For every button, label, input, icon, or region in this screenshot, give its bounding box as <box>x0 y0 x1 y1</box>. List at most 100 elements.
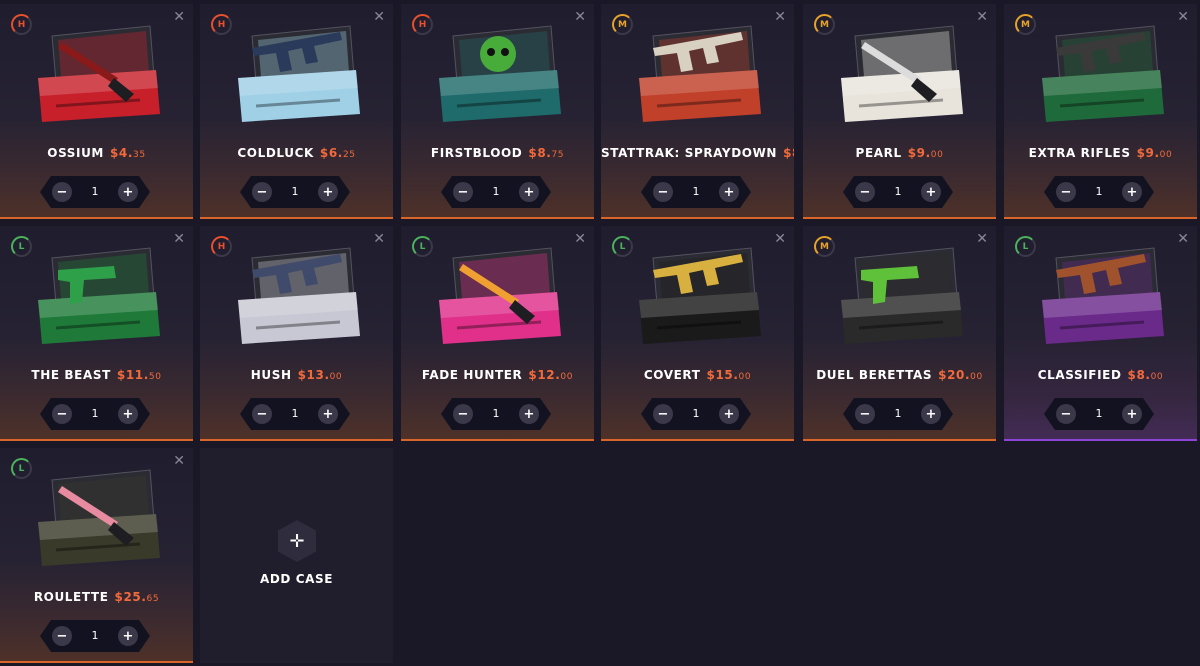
close-icon[interactable]: ✕ <box>976 232 988 246</box>
case-card[interactable]: L ✕ FADE HUNTER $12.00−1 + <box>401 226 594 441</box>
case-image <box>238 247 360 344</box>
case-title: COVERT $15.00 <box>601 368 794 382</box>
price-cents: 00 <box>970 372 983 382</box>
case-price: $8.50 <box>783 146 794 160</box>
decrease-button[interactable]: − <box>1056 182 1076 202</box>
price-cents: 75 <box>551 150 565 160</box>
case-card[interactable]: M ✕ EXTRA RIFLES $9.00−1 + <box>1004 4 1197 219</box>
close-icon[interactable]: ✕ <box>1177 10 1189 24</box>
close-icon[interactable]: ✕ <box>173 232 185 246</box>
add-case-icon: ✛ <box>278 520 316 562</box>
increase-button[interactable]: + <box>519 182 539 202</box>
quantity-value: 1 <box>91 185 99 198</box>
quantity-value: 1 <box>894 407 902 420</box>
case-card[interactable]: L ✕ THE BEAST $11.50−1 + <box>0 226 193 441</box>
case-image <box>1042 25 1164 122</box>
quantity-value: 1 <box>1095 185 1103 198</box>
increase-button[interactable]: + <box>118 626 138 646</box>
case-card[interactable]: M✕STATTRAK: SPRAYDOWN$8.50−1+ <box>601 4 794 219</box>
price-main: $8. <box>528 146 552 160</box>
close-icon[interactable]: ✕ <box>373 10 385 24</box>
case-image <box>439 247 561 344</box>
case-price: $12.00 <box>528 368 573 382</box>
increase-button[interactable]: + <box>519 404 539 424</box>
case-card[interactable]: H ✕ COLDLUCK $6.25−1 + <box>200 4 393 219</box>
price-cents: 00 <box>738 372 752 382</box>
quantity-value: 1 <box>692 407 700 420</box>
quantity-value: 1 <box>291 185 299 198</box>
case-card[interactable]: M ✕ DUEL BERETTAS $20.00−1 + <box>803 226 996 441</box>
case-title: OSSIUM $4.35 <box>0 146 193 160</box>
case-name: DUEL BERETTAS <box>816 368 933 382</box>
increase-button[interactable]: + <box>719 404 739 424</box>
close-icon[interactable]: ✕ <box>173 10 185 24</box>
close-icon[interactable]: ✕ <box>976 10 988 24</box>
price-cents: 35 <box>133 150 146 160</box>
close-icon[interactable]: ✕ <box>774 10 786 24</box>
increase-button[interactable]: + <box>118 404 138 424</box>
decrease-button[interactable]: − <box>453 182 473 202</box>
case-title: ROULETTE $25.65 <box>0 590 193 604</box>
quantity-stepper: − 1 + <box>240 176 350 208</box>
close-icon[interactable]: ✕ <box>574 10 586 24</box>
increase-button[interactable]: + <box>719 182 739 202</box>
case-price: $8.75 <box>528 146 564 160</box>
increase-button[interactable]: + <box>318 182 338 202</box>
close-icon[interactable]: ✕ <box>774 232 786 246</box>
case-price: $4.35 <box>110 146 146 160</box>
quantity-stepper: − 1 + <box>240 398 350 430</box>
price-cents: 25 <box>342 150 356 160</box>
case-price: $8.00 <box>1128 368 1164 382</box>
decrease-button[interactable]: − <box>855 182 875 202</box>
case-title: COLDLUCK $6.25 <box>200 146 393 160</box>
decrease-button[interactable]: − <box>855 404 875 424</box>
quantity-stepper: − 1 + <box>441 398 551 430</box>
increase-button[interactable]: + <box>318 404 338 424</box>
case-card[interactable]: L ✕ ROULETTE $25.65−1 + <box>0 448 193 663</box>
case-title: HUSH $13.00 <box>200 368 393 382</box>
price-main: $25. <box>114 590 147 604</box>
decrease-button[interactable]: − <box>653 404 673 424</box>
quantity-value: 1 <box>1095 407 1103 420</box>
case-card[interactable]: L ✕ COVERT $15.00−1 + <box>601 226 794 441</box>
increase-button[interactable]: + <box>118 182 138 202</box>
decrease-button[interactable]: − <box>252 182 272 202</box>
case-card[interactable]: M ✕ PEARL $9.00−1 + <box>803 4 996 219</box>
add-case-button[interactable]: ✛ ADD CASE <box>200 448 393 663</box>
case-price: $15.00 <box>707 368 752 382</box>
decrease-button[interactable]: − <box>252 404 272 424</box>
quantity-stepper: − 1 + <box>1044 398 1154 430</box>
close-icon[interactable]: ✕ <box>373 232 385 246</box>
price-cents: 00 <box>329 372 343 382</box>
add-case-label: ADD CASE <box>259 572 334 586</box>
case-card[interactable]: H ✕ FIRSTBLOOD $8.75−1 + <box>401 4 594 219</box>
case-name: FIRSTBLOOD <box>430 146 523 160</box>
case-image <box>38 25 160 122</box>
close-icon[interactable]: ✕ <box>574 232 586 246</box>
decrease-button[interactable]: − <box>453 404 473 424</box>
case-price: $9.00 <box>908 146 944 160</box>
case-card[interactable]: H ✕ HUSH $13.00−1 + <box>200 226 393 441</box>
decrease-button[interactable]: − <box>1056 404 1076 424</box>
close-icon[interactable]: ✕ <box>1177 232 1189 246</box>
case-name: ROULETTE <box>33 590 109 604</box>
quantity-stepper: − 1 + <box>40 176 150 208</box>
decrease-button[interactable]: − <box>52 626 72 646</box>
case-name: EXTRA RIFLES <box>1028 146 1131 160</box>
case-card[interactable]: L ✕ CLASSIFIED $8.00−1 + <box>1004 226 1197 441</box>
quantity-value: 1 <box>692 185 700 198</box>
close-icon[interactable]: ✕ <box>173 454 185 468</box>
increase-button[interactable]: + <box>921 182 941 202</box>
decrease-button[interactable]: − <box>52 404 72 424</box>
increase-button[interactable]: + <box>1122 182 1142 202</box>
increase-button[interactable]: + <box>1122 404 1142 424</box>
quantity-value: 1 <box>291 407 299 420</box>
case-price: $6.25 <box>320 146 356 160</box>
skull-icon <box>480 36 516 72</box>
decrease-button[interactable]: − <box>653 182 673 202</box>
decrease-button[interactable]: − <box>52 182 72 202</box>
case-card[interactable]: H ✕ OSSIUM $4.35−1 + <box>0 4 193 219</box>
price-cents: 00 <box>930 150 944 160</box>
case-title: FADE HUNTER $12.00 <box>401 368 594 382</box>
increase-button[interactable]: + <box>921 404 941 424</box>
